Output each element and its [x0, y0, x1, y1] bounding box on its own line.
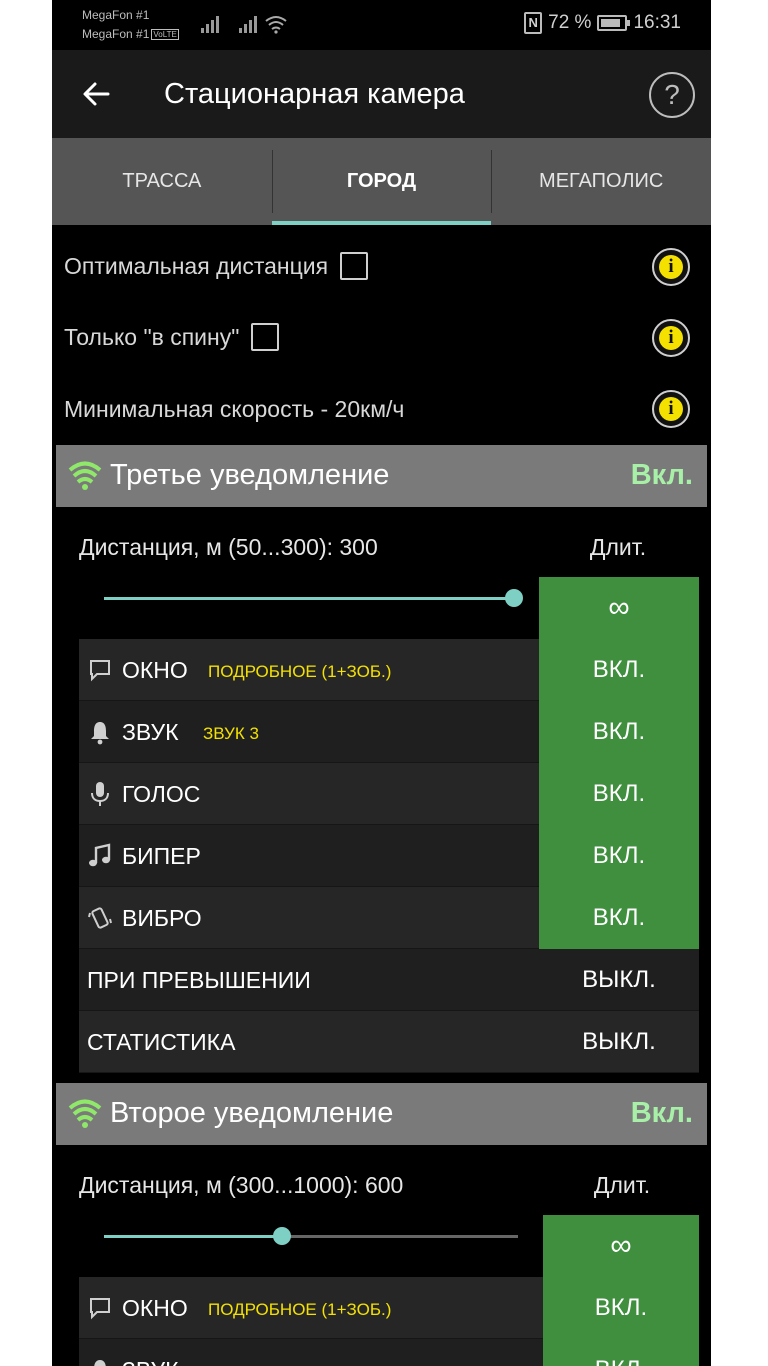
app-bar: Стационарная камера ?	[52, 50, 711, 138]
volte-badge: VoLTE	[151, 29, 179, 41]
row-value[interactable]: ВКЛ.	[539, 701, 699, 763]
duration-value[interactable]: ∞	[539, 577, 699, 639]
back-arrow-icon[interactable]	[78, 76, 114, 112]
vibrate-icon	[88, 907, 112, 929]
phone-screen: MegaFon #1 MegaFon #1 VoLTE N 72 % 16:31 …	[52, 0, 711, 1366]
distance-label: Дистанция, м (300...1000): 600	[79, 1172, 404, 1198]
signal-icon-2	[239, 16, 257, 33]
section-state[interactable]: Вкл.	[631, 1097, 693, 1130]
row-value[interactable]: ВКЛ.	[539, 763, 699, 825]
row-sub: ЗВУК 3	[203, 724, 259, 743]
distance-slider[interactable]	[104, 589, 523, 607]
row-label: ОКНО	[122, 1295, 188, 1321]
row-label: ВИБРО	[122, 905, 202, 931]
microphone-icon	[91, 782, 109, 806]
status-right: N 72 % 16:31	[524, 12, 681, 34]
row-label: ПРИ ПРЕВЫШЕНИИ	[87, 967, 311, 993]
min-speed-label: Минимальная скорость - 20км/ч	[64, 395, 405, 422]
wifi-green-icon	[68, 461, 102, 490]
carrier-2: MegaFon #1	[82, 27, 150, 41]
row-value[interactable]: ВКЛ.	[543, 1339, 699, 1366]
slider-fill	[104, 597, 514, 600]
section-state[interactable]: Вкл.	[631, 459, 693, 492]
row-value[interactable]: ВКЛ.	[539, 825, 699, 887]
list-item[interactable]: СТАТИСТИКА ВЫКЛ.	[79, 1011, 699, 1073]
second-notification-header[interactable]: Второе уведомление Вкл.	[56, 1083, 707, 1145]
optimal-distance-checkbox[interactable]	[340, 252, 369, 280]
list-item[interactable]: ОКНО ПОДРОБНОЕ (1+ЗОБ.) ВКЛ.	[79, 639, 699, 701]
row-value[interactable]: ВКЛ.	[539, 887, 699, 949]
row-label: ОКНО	[122, 657, 188, 683]
row-value[interactable]: ВКЛ.	[543, 1277, 699, 1339]
help-icon[interactable]: ?	[649, 72, 695, 118]
row-sub: ПОДРОБНОЕ (1+ЗОБ.)	[208, 1300, 392, 1319]
optimal-distance-label: Оптимальная дистанция	[64, 252, 329, 279]
duration-label: Длит.	[593, 1172, 651, 1198]
list-item[interactable]: ЗВУК ВКЛ.	[79, 1339, 699, 1366]
chat-bubble-icon	[90, 660, 110, 682]
info-icon[interactable]: i	[652, 248, 690, 286]
third-notification-header[interactable]: Третье уведомление Вкл.	[56, 445, 707, 507]
list-item[interactable]: ОКНО ПОДРОБНОЕ (1+ЗОБ.) ВКЛ.	[79, 1277, 699, 1339]
tab-trassa[interactable]: ТРАССА	[52, 138, 272, 225]
row-value[interactable]: ВКЛ.	[539, 639, 699, 701]
slider-thumb[interactable]	[505, 589, 523, 607]
duration-label: Длит.	[589, 534, 647, 560]
section-title: Третье уведомление	[110, 459, 390, 491]
row-label: СТАТИСТИКА	[87, 1029, 236, 1055]
slider-thumb[interactable]	[273, 1227, 292, 1245]
tab-megapolis[interactable]: МЕГАПОЛИС	[491, 138, 711, 225]
list-item[interactable]: ПРИ ПРЕВЫШЕНИИ ВЫКЛ.	[79, 949, 699, 1011]
battery-icon	[597, 15, 631, 31]
wifi-green-icon	[68, 1099, 102, 1128]
row-label: ГОЛОС	[122, 781, 201, 807]
tab-gorod[interactable]: ГОРОД	[271, 138, 492, 225]
list-item[interactable]: ЗВУК ЗВУК 3 ВКЛ.	[79, 701, 699, 763]
only-back-checkbox[interactable]	[251, 323, 280, 351]
slider-fill	[104, 1235, 283, 1238]
chat-bubble-icon	[90, 1298, 110, 1320]
info-icon[interactable]: i	[652, 319, 690, 357]
info-icon[interactable]: i	[652, 390, 690, 428]
page-title: Стационарная камера	[164, 78, 465, 110]
tab-bar: ТРАССА ГОРОД МЕГАПОЛИС	[52, 138, 711, 225]
wifi-status-icon	[265, 16, 287, 34]
list-item[interactable]: ГОЛОС ВКЛ.	[79, 763, 699, 825]
row-value[interactable]: ВЫКЛ.	[539, 949, 699, 1011]
third-options-list: ОКНО ПОДРОБНОЕ (1+ЗОБ.) ВКЛ. ЗВУК ЗВУК 3…	[79, 639, 699, 1073]
row-label: ЗВУК	[122, 719, 179, 745]
row-sub: ПОДРОБНОЕ (1+ЗОБ.)	[208, 662, 392, 681]
section-title: Второе уведомление	[110, 1097, 394, 1129]
carrier-2-wrap: MegaFon #1 VoLTE	[82, 27, 179, 41]
list-item[interactable]: ВИБРО ВКЛ.	[79, 887, 699, 949]
nfc-icon: N	[524, 12, 543, 34]
list-item[interactable]: БИПЕР ВКЛ.	[79, 825, 699, 887]
only-back-row[interactable]: Только "в спину"	[64, 313, 280, 361]
duration-value[interactable]: ∞	[543, 1215, 699, 1277]
bell-icon	[94, 1360, 106, 1366]
bell-icon	[91, 722, 109, 745]
clock: 16:31	[633, 12, 681, 33]
only-back-label: Только "в спину"	[64, 323, 240, 350]
second-options-list: ОКНО ПОДРОБНОЕ (1+ЗОБ.) ВКЛ. ЗВУК ВКЛ.	[79, 1277, 699, 1366]
signal-icon-1	[201, 16, 219, 33]
row-label: ЗВУК	[122, 1357, 178, 1366]
carrier-1: MegaFon #1	[82, 8, 150, 22]
status-bar: MegaFon #1 MegaFon #1 VoLTE N 72 % 16:31	[52, 0, 711, 50]
music-note-icon	[89, 843, 111, 867]
row-label: БИПЕР	[122, 843, 201, 869]
distance-label: Дистанция, м (50...300): 300	[79, 534, 378, 560]
optimal-distance-row[interactable]: Оптимальная дистанция	[64, 242, 369, 290]
min-speed-row[interactable]: Минимальная скорость - 20км/ч	[64, 385, 404, 433]
row-value[interactable]: ВЫКЛ.	[539, 1011, 699, 1073]
distance-slider[interactable]	[104, 1227, 518, 1245]
battery-percent: 72 %	[548, 12, 592, 33]
